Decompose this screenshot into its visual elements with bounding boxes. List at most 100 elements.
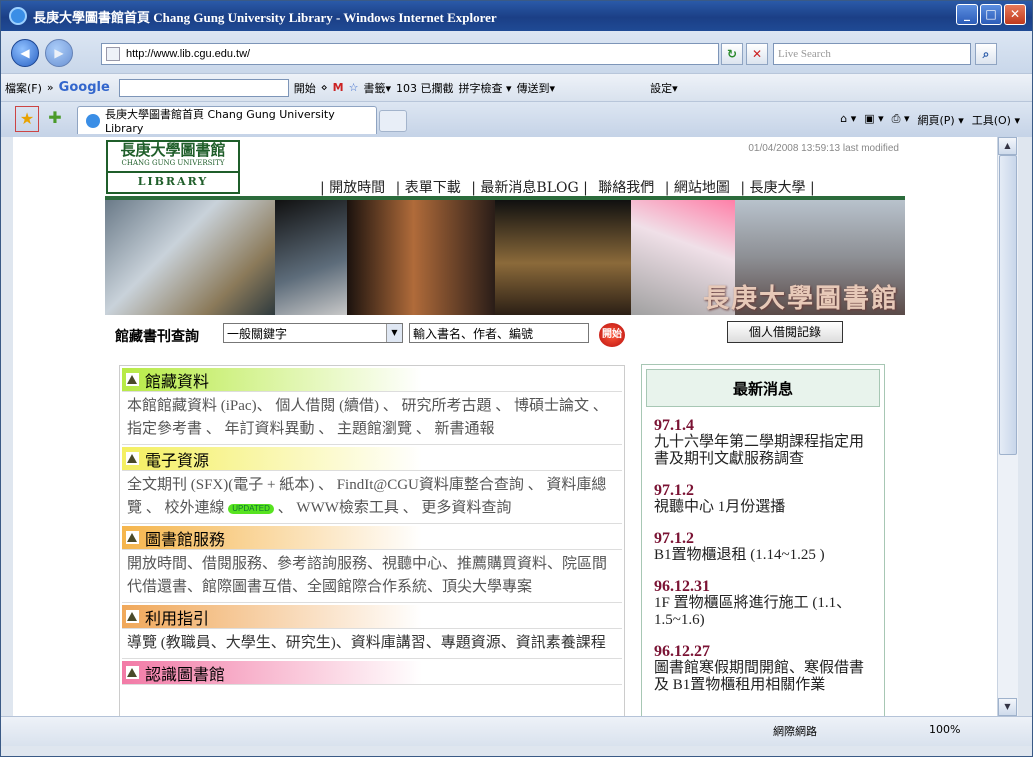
- section-title: 電子資源: [145, 450, 210, 470]
- section-collection: 館藏資料 本館館藏資料 (iPac)、 個人借閱 (續借) 、 研究所考古題 、…: [122, 368, 622, 445]
- print-icon[interactable]: ⎙ ▾: [892, 112, 910, 128]
- tab-ie-icon: [86, 113, 100, 128]
- section-services: 圖書館服務 開放時間、借閱服務、參考諮詢服務、視聽中心、推薦購買資料、院區間代借…: [122, 526, 622, 603]
- section-links[interactable]: 本館館藏資料 (iPac)、 個人借閱 (續借) 、 研究所考古題 、 博碩士論…: [122, 392, 622, 445]
- borrowing-record-button[interactable]: 個人借閱記錄: [727, 321, 843, 343]
- news-date: 97.1.2: [654, 530, 694, 547]
- nav-forms[interactable]: | 表單下載: [396, 180, 461, 196]
- library-logo[interactable]: 長庚大學圖書館 CHANG GUNG UNIVERSITY LIBRARY: [106, 140, 240, 194]
- section-guide: 利用指引 導覽 (教職員、大學生、研究生)、資料庫講習、專題資源、資訊素養課程: [122, 605, 622, 659]
- news-text[interactable]: 1F 置物櫃區將進行施工 (1.1、1.5~1.6): [654, 595, 872, 629]
- popup-blocked-count[interactable]: 103 已攔截: [396, 80, 454, 96]
- banner-image: 長庚大學圖書館: [105, 200, 905, 315]
- add-favorites-icon[interactable]: ✚: [43, 106, 67, 132]
- zoom-level[interactable]: 100%: [929, 723, 960, 736]
- news-list: 97.1.4 九十六學年第二學期課程指定用書及期刊文獻服務調查 97.1.2 視聽中…: [642, 411, 884, 694]
- bookmark-star-icon[interactable]: ☆: [349, 81, 359, 94]
- browser-window: 長庚大學圖書館首頁 Chang Gung University Library …: [0, 0, 1033, 757]
- scroll-up-icon[interactable]: ▲: [998, 137, 1017, 155]
- home-icon[interactable]: ⌂ ▾: [840, 112, 856, 128]
- section-header: 圖書館服務: [122, 526, 622, 550]
- google-start-button[interactable]: 開始: [294, 80, 316, 96]
- close-button[interactable]: ✕: [1004, 4, 1026, 25]
- section-links[interactable]: 開放時間、借閱服務、參考諮詢服務、視聽中心、推薦購買資料、院區間代借還書、館際圖…: [122, 550, 622, 603]
- triangle-icon: [126, 666, 139, 679]
- news-text[interactable]: 圖書館寒假期間開館、寒假借書及 B1置物櫃租用相關作業: [654, 660, 872, 694]
- live-search-input[interactable]: Live Search: [773, 43, 971, 65]
- search-type-select[interactable]: 一般關鍵字 ▼: [223, 323, 403, 343]
- section-header: 利用指引: [122, 605, 622, 629]
- toolbar-overflow-icon[interactable]: »: [47, 81, 54, 94]
- scroll-thumb[interactable]: [999, 155, 1017, 455]
- news-item[interactable]: 97.1.2 視聽中心 1月份選播: [654, 482, 872, 516]
- maximize-button[interactable]: □: [980, 4, 1002, 25]
- section-links[interactable]: 導覽 (教職員、大學生、研究生)、資料庫講習、專題資源、資訊素養課程: [122, 629, 622, 659]
- refresh-icon[interactable]: ↻: [721, 43, 743, 65]
- triangle-icon: [126, 373, 139, 386]
- section-links[interactable]: 全文期刊 (SFX)(電子 + 紙本) 、 FindIt@CGU資料庫整合查詢 …: [122, 471, 622, 524]
- chevron-down-icon: ▼: [386, 324, 402, 342]
- address-bar-row: ◀ ▶ http://www.lib.cgu.edu.tw/ ↻ ✕ Live …: [1, 31, 1032, 73]
- news-date: 97.1.4: [654, 417, 694, 434]
- news-item[interactable]: 96.12.31 1F 置物櫃區將進行施工 (1.1、1.5~1.6): [654, 578, 872, 629]
- nav-cgu[interactable]: | 長庚大學 |: [740, 180, 814, 196]
- vertical-scrollbar[interactable]: ▲ ▼: [997, 137, 1018, 716]
- triangle-icon: [126, 531, 139, 544]
- section-header: 電子資源: [122, 447, 622, 471]
- favorites-star-icon[interactable]: ★: [15, 106, 39, 132]
- address-url: http://www.lib.cgu.edu.tw/: [126, 48, 251, 60]
- new-tab-button[interactable]: [379, 110, 407, 132]
- tools-menu[interactable]: 工具(O) ▾: [972, 112, 1020, 128]
- section-title: 認識圖書館: [145, 664, 226, 684]
- page-menu[interactable]: 網頁(P) ▾: [918, 112, 964, 128]
- google-search-input[interactable]: [118, 78, 289, 97]
- forward-button[interactable]: ▶: [45, 39, 73, 67]
- logo-cn: 長庚大學圖書館: [120, 141, 226, 159]
- gmail-icon[interactable]: M: [333, 81, 344, 94]
- google-logo: Google: [58, 80, 110, 95]
- nav-contact[interactable]: 聯絡我們: [598, 180, 654, 196]
- tab-active[interactable]: 長庚大學圖書館首頁 Chang Gung University Library: [77, 106, 377, 135]
- minimize-button[interactable]: _: [956, 4, 978, 25]
- search-go-button[interactable]: 開始: [599, 323, 625, 347]
- news-item[interactable]: 96.12.27 圖書館寒假期間開館、寒假借書及 B1置物櫃租用相關作業: [654, 643, 872, 694]
- catalog-keyword-input[interactable]: 輸入書名、作者、編號: [409, 323, 589, 343]
- section-title: 圖書館服務: [145, 529, 226, 549]
- catalog-search-label: 館藏書刊查詢: [115, 329, 199, 345]
- section-header: 館藏資料: [122, 368, 622, 392]
- news-text[interactable]: B1置物櫃退租 (1.14~1.25 ): [654, 547, 872, 564]
- triangle-icon: [126, 452, 139, 465]
- bookmarks-button[interactable]: 書籤▾: [364, 80, 392, 96]
- news-text[interactable]: 九十六學年第二學期課程指定用書及期刊文獻服務調查: [654, 434, 872, 468]
- stop-icon[interactable]: ✕: [746, 43, 768, 65]
- section-links-text-2[interactable]: 、 WWW檢索工具 、 更多資料查詢: [278, 500, 512, 516]
- feeds-icon[interactable]: ▣ ▾: [864, 112, 883, 128]
- news-text[interactable]: 視聽中心 1月份選播: [654, 499, 872, 516]
- logo-library: LIBRARY: [108, 171, 238, 191]
- back-button[interactable]: ◀: [11, 39, 39, 67]
- section-header: 認識圖書館: [122, 661, 622, 685]
- top-nav: | 開放時間 | 表單下載 | 最新消息BLOG | 聯絡我們 | 網站地圖 |…: [317, 177, 818, 197]
- nav-blog[interactable]: | 最新消息BLOG |: [471, 180, 588, 196]
- nav-hours[interactable]: | 開放時間: [320, 180, 385, 196]
- triangle-icon: [126, 610, 139, 623]
- news-item[interactable]: 97.1.2 B1置物櫃退租 (1.14~1.25 ): [654, 530, 872, 564]
- page-viewport: 長庚大學圖書館 CHANG GUNG UNIVERSITY LIBRARY 01…: [13, 137, 997, 716]
- banner-text: 長庚大學圖書館: [702, 284, 899, 314]
- section-eresources: 電子資源 全文期刊 (SFX)(電子 + 紙本) 、 FindIt@CGU資料庫…: [122, 447, 622, 524]
- sendto-button[interactable]: 傳送到▾: [517, 80, 556, 96]
- news-item[interactable]: 97.1.4 九十六學年第二學期課程指定用書及期刊文獻服務調查: [654, 417, 872, 468]
- services-panel: 館藏資料 本館館藏資料 (iPac)、 個人借閱 (續借) 、 研究所考古題 、…: [119, 365, 625, 716]
- address-field[interactable]: http://www.lib.cgu.edu.tw/: [101, 43, 719, 65]
- nav-sitemap[interactable]: | 網站地圖: [665, 180, 730, 196]
- page-icon: [106, 47, 120, 61]
- menu-file[interactable]: 檔案(F): [5, 80, 42, 96]
- settings-button[interactable]: 設定▾: [650, 80, 678, 96]
- scroll-down-icon[interactable]: ▼: [998, 698, 1017, 716]
- spellcheck-button[interactable]: 拼字檢查 ▾: [459, 80, 512, 96]
- news-date: 96.12.27: [654, 643, 710, 660]
- news-panel: 最新消息 97.1.4 九十六學年第二學期課程指定用書及期刊文獻服務調查 97.1…: [641, 364, 885, 716]
- search-icon[interactable]: ⌕: [975, 43, 997, 65]
- command-bar: ⌂ ▾ ▣ ▾ ⎙ ▾ 網頁(P) ▾ 工具(O) ▾: [840, 112, 1020, 128]
- google-bar-divider: ⋄: [320, 81, 328, 94]
